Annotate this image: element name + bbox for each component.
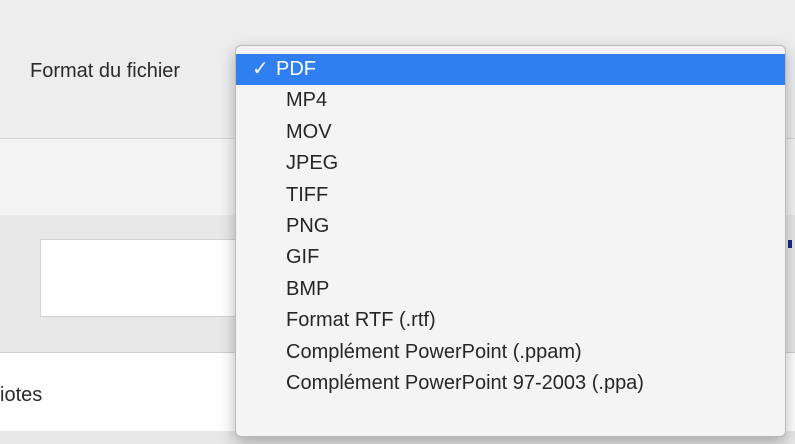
format-option-png[interactable]: PNG <box>236 211 785 242</box>
format-option-mp4[interactable]: MP4 <box>236 85 785 116</box>
option-label: JPEG <box>286 152 339 175</box>
format-option-ppam[interactable]: Complément PowerPoint (.ppam) <box>236 337 785 368</box>
format-option-jpeg[interactable]: JPEG <box>236 148 785 179</box>
edge-indicator <box>788 240 792 248</box>
format-option-gif[interactable]: GIF <box>236 242 785 273</box>
format-option-pdf[interactable]: ✓ PDF <box>236 54 785 86</box>
option-label: BMP <box>286 277 330 300</box>
preview-box <box>40 239 252 317</box>
format-option-mov[interactable]: MOV <box>236 117 785 148</box>
option-label: GIF <box>286 246 320 269</box>
option-label: TIFF <box>286 183 329 206</box>
option-label: PDF <box>276 58 316 80</box>
format-option-tiff[interactable]: TIFF <box>236 180 785 211</box>
format-option-bmp[interactable]: BMP <box>236 274 785 305</box>
export-dialog: Format du fichier iotes ✓ PDF MP4 MOV JPE… <box>0 0 795 444</box>
option-label: Format RTF (.rtf) <box>286 309 436 332</box>
option-label: Complément PowerPoint (.ppam) <box>286 340 582 363</box>
file-format-label: Format du fichier <box>30 60 181 82</box>
option-label: MP4 <box>286 89 328 112</box>
format-option-rtf[interactable]: Format RTF (.rtf) <box>236 305 785 336</box>
option-label: PNG <box>286 214 330 237</box>
format-option-ppa[interactable]: Complément PowerPoint 97-2003 (.ppa) <box>236 368 785 399</box>
file-format-dropdown-menu[interactable]: ✓ PDF MP4 MOV JPEG TIFF PNG GIF BMP Forma… <box>235 45 786 437</box>
checkmark-icon: ✓ <box>252 58 269 80</box>
option-label: Complément PowerPoint 97-2003 (.ppa) <box>286 371 644 394</box>
option-label: MOV <box>286 120 332 143</box>
notes-label: iotes <box>0 384 43 406</box>
